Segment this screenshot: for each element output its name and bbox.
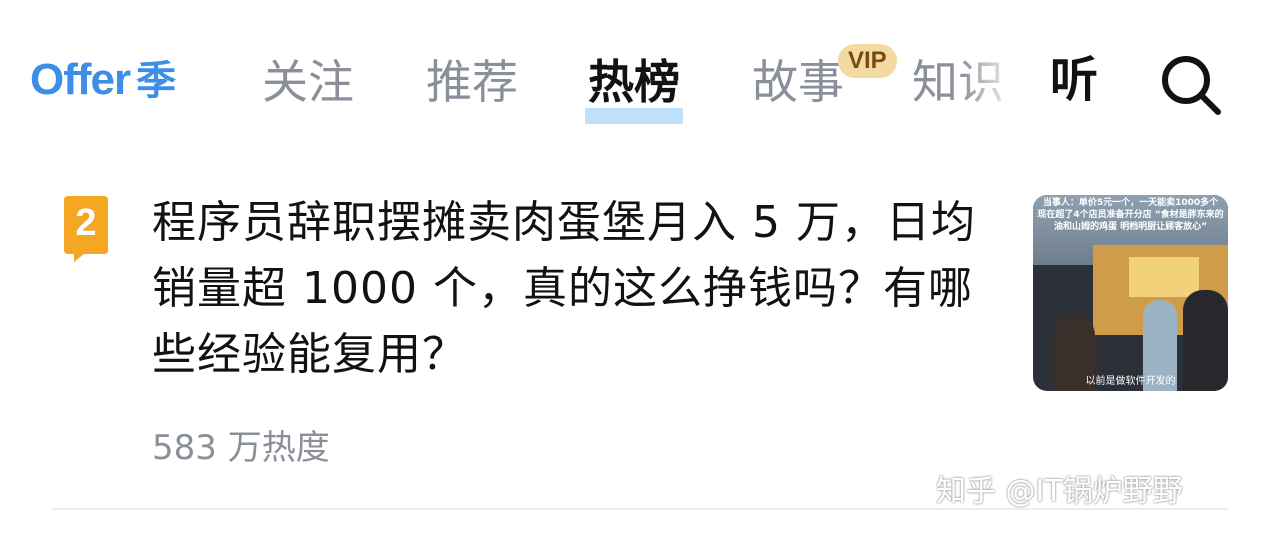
question-title[interactable]: 程序员辞职摆摊卖肉蛋堡月入 5 万，日均销量超 1000 个，真的这么挣钱吗？有… xyxy=(152,190,1012,388)
top-nav: Offer 季 关注 推荐 热榜 故事 VIP 知识 听 xyxy=(0,0,1280,140)
listen-button[interactable]: 听 xyxy=(1050,50,1098,110)
heat-count: 583 万热度 xyxy=(152,428,330,468)
tab-follow[interactable]: 关注 xyxy=(262,52,354,112)
active-tab-indicator xyxy=(585,108,683,124)
tab-stories[interactable]: 故事 xyxy=(752,52,844,112)
logo-text-latin: Offer xyxy=(30,55,131,104)
hot-list-item[interactable]: 2 程序员辞职摆摊卖肉蛋堡月入 5 万，日均销量超 1000 个，真的这么挣钱吗… xyxy=(0,170,1280,510)
tab-overflow-fade xyxy=(960,40,1030,130)
rank-badge: 2 xyxy=(64,196,108,262)
tab-label: 热榜 xyxy=(588,55,680,109)
vip-badge: VIP xyxy=(838,44,897,78)
thumb-stall-sign xyxy=(1129,257,1199,297)
tab-hot-list[interactable]: 热榜 xyxy=(585,52,683,124)
list-divider xyxy=(52,508,1228,510)
app-logo[interactable]: Offer 季 xyxy=(30,48,176,118)
search-icon[interactable] xyxy=(1158,52,1222,116)
rank-number: 2 xyxy=(75,202,97,244)
watermark: 知乎 @IT锅炉野野 xyxy=(936,474,1183,509)
tab-label: 故事 xyxy=(752,55,844,109)
thumbnail-image[interactable]: 当事人：单价5元一个，一天能卖1000多个 现在超了4个店员准备开分店 “食材是… xyxy=(1033,195,1228,391)
tab-label: 推荐 xyxy=(426,55,518,109)
tab-recommend[interactable]: 推荐 xyxy=(426,52,518,112)
tab-label: 关注 xyxy=(262,55,354,109)
logo-text-cjk: 季 xyxy=(136,58,177,104)
thumbnail-caption: 以前是做软件开发的 xyxy=(1085,376,1176,387)
thumbnail-overlay-text: 当事人：单价5元一个，一天能卖1000多个 现在超了4个店员准备开分店 “食材是… xyxy=(1037,198,1224,232)
